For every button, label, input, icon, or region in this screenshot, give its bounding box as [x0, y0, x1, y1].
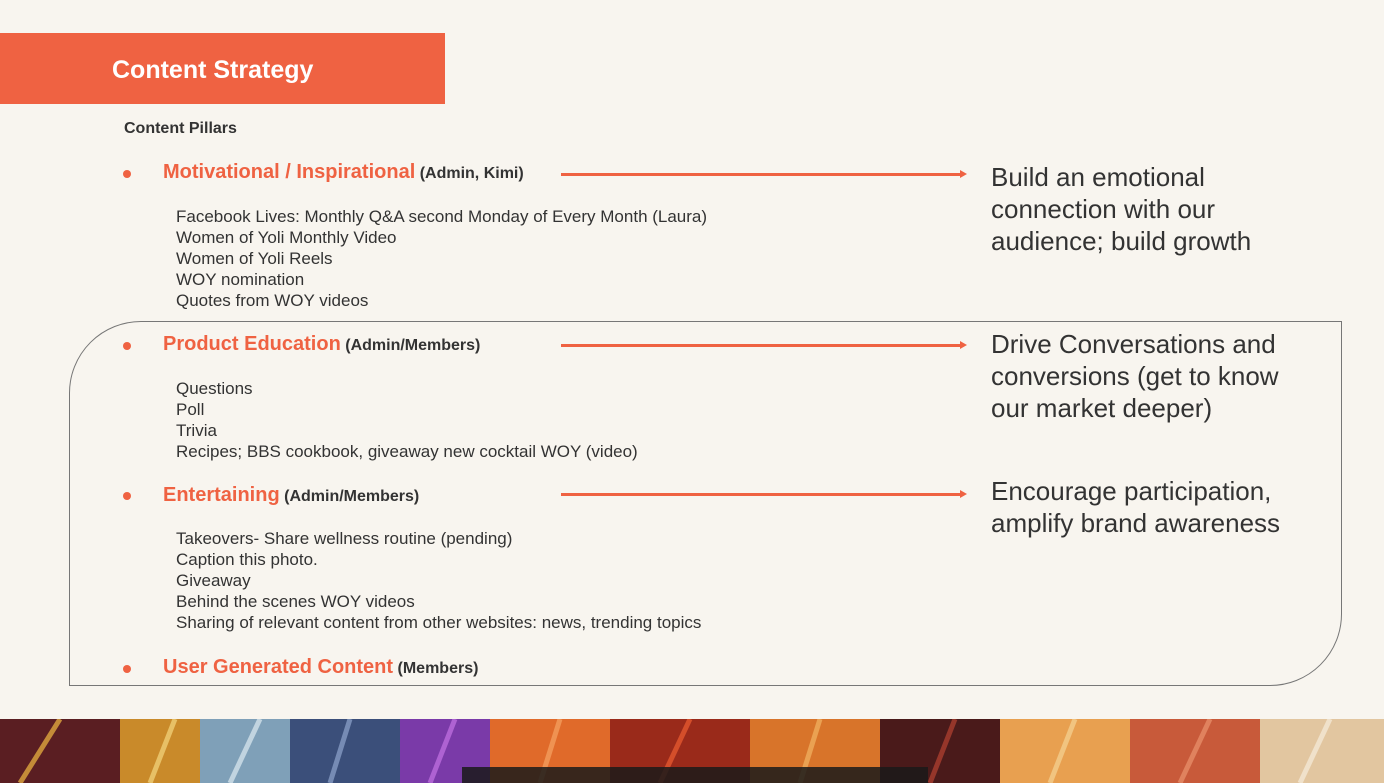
pillar-name: Motivational / Inspirational	[163, 161, 416, 183]
pillar-owners: (Admin/Members)	[345, 337, 481, 354]
decorative-paint-strip	[0, 719, 1384, 783]
list-item: Quotes from WOY videos	[176, 291, 369, 310]
pillar-items-product-education: Questions Poll Trivia Recipes; BBS cookb…	[176, 378, 638, 462]
page-title: Content Strategy	[112, 56, 314, 84]
arrow-right-icon	[561, 490, 967, 498]
bullet-icon	[123, 170, 131, 178]
pillar-heading-product-education: Product Education (Admin/Members)	[163, 333, 480, 356]
paint-strokes-image	[0, 719, 1384, 783]
pillar-goal-entertaining: Encourage participation, amplify brand a…	[991, 476, 1281, 538]
list-item: Takeovers- Share wellness routine (pendi…	[176, 529, 513, 548]
pillar-items-motivational: Facebook Lives: Monthly Q&A second Monda…	[176, 206, 707, 311]
bullet-icon	[123, 665, 131, 673]
pillar-heading-motivational: Motivational / Inspirational (Admin, Kim…	[163, 161, 524, 184]
list-item: Caption this photo.	[176, 550, 318, 569]
list-item: WOY nomination	[176, 270, 305, 289]
pillar-goal-motivational: Build an emotional connection with our a…	[991, 162, 1252, 256]
pillar-owners: (Admin/Members)	[284, 488, 420, 505]
list-item: Sharing of relevant content from other w…	[176, 613, 702, 632]
pillar-name: Entertaining	[163, 484, 280, 506]
pillar-heading-ugc: User Generated Content (Members)	[163, 656, 478, 679]
pillar-goal-product-education: Drive Conversations and conversions (get…	[991, 329, 1279, 423]
bullet-icon	[123, 342, 131, 350]
pillar-name: Product Education	[163, 333, 341, 355]
section-label: Content Pillars	[124, 120, 237, 137]
list-item: Recipes; BBS cookbook, giveaway new cock…	[176, 442, 638, 461]
list-item: Women of Yoli Reels	[176, 249, 333, 268]
pillar-name: User Generated Content	[163, 656, 394, 678]
list-item: Women of Yoli Monthly Video	[176, 228, 397, 247]
pillar-owners: (Admin, Kimi)	[419, 165, 524, 182]
pillar-heading-entertaining: Entertaining (Admin/Members)	[163, 484, 419, 507]
bullet-icon	[123, 492, 131, 500]
list-item: Facebook Lives: Monthly Q&A second Monda…	[176, 207, 708, 226]
list-item: Trivia	[176, 421, 217, 440]
list-item: Behind the scenes WOY videos	[176, 592, 415, 611]
list-item: Giveaway	[176, 571, 251, 590]
list-item: Questions	[176, 379, 253, 398]
pillar-items-entertaining: Takeovers- Share wellness routine (pendi…	[176, 528, 701, 633]
pillar-owners: (Members)	[397, 660, 479, 677]
list-item: Poll	[176, 400, 205, 419]
arrow-right-icon	[561, 170, 967, 178]
arrow-right-icon	[561, 341, 967, 349]
